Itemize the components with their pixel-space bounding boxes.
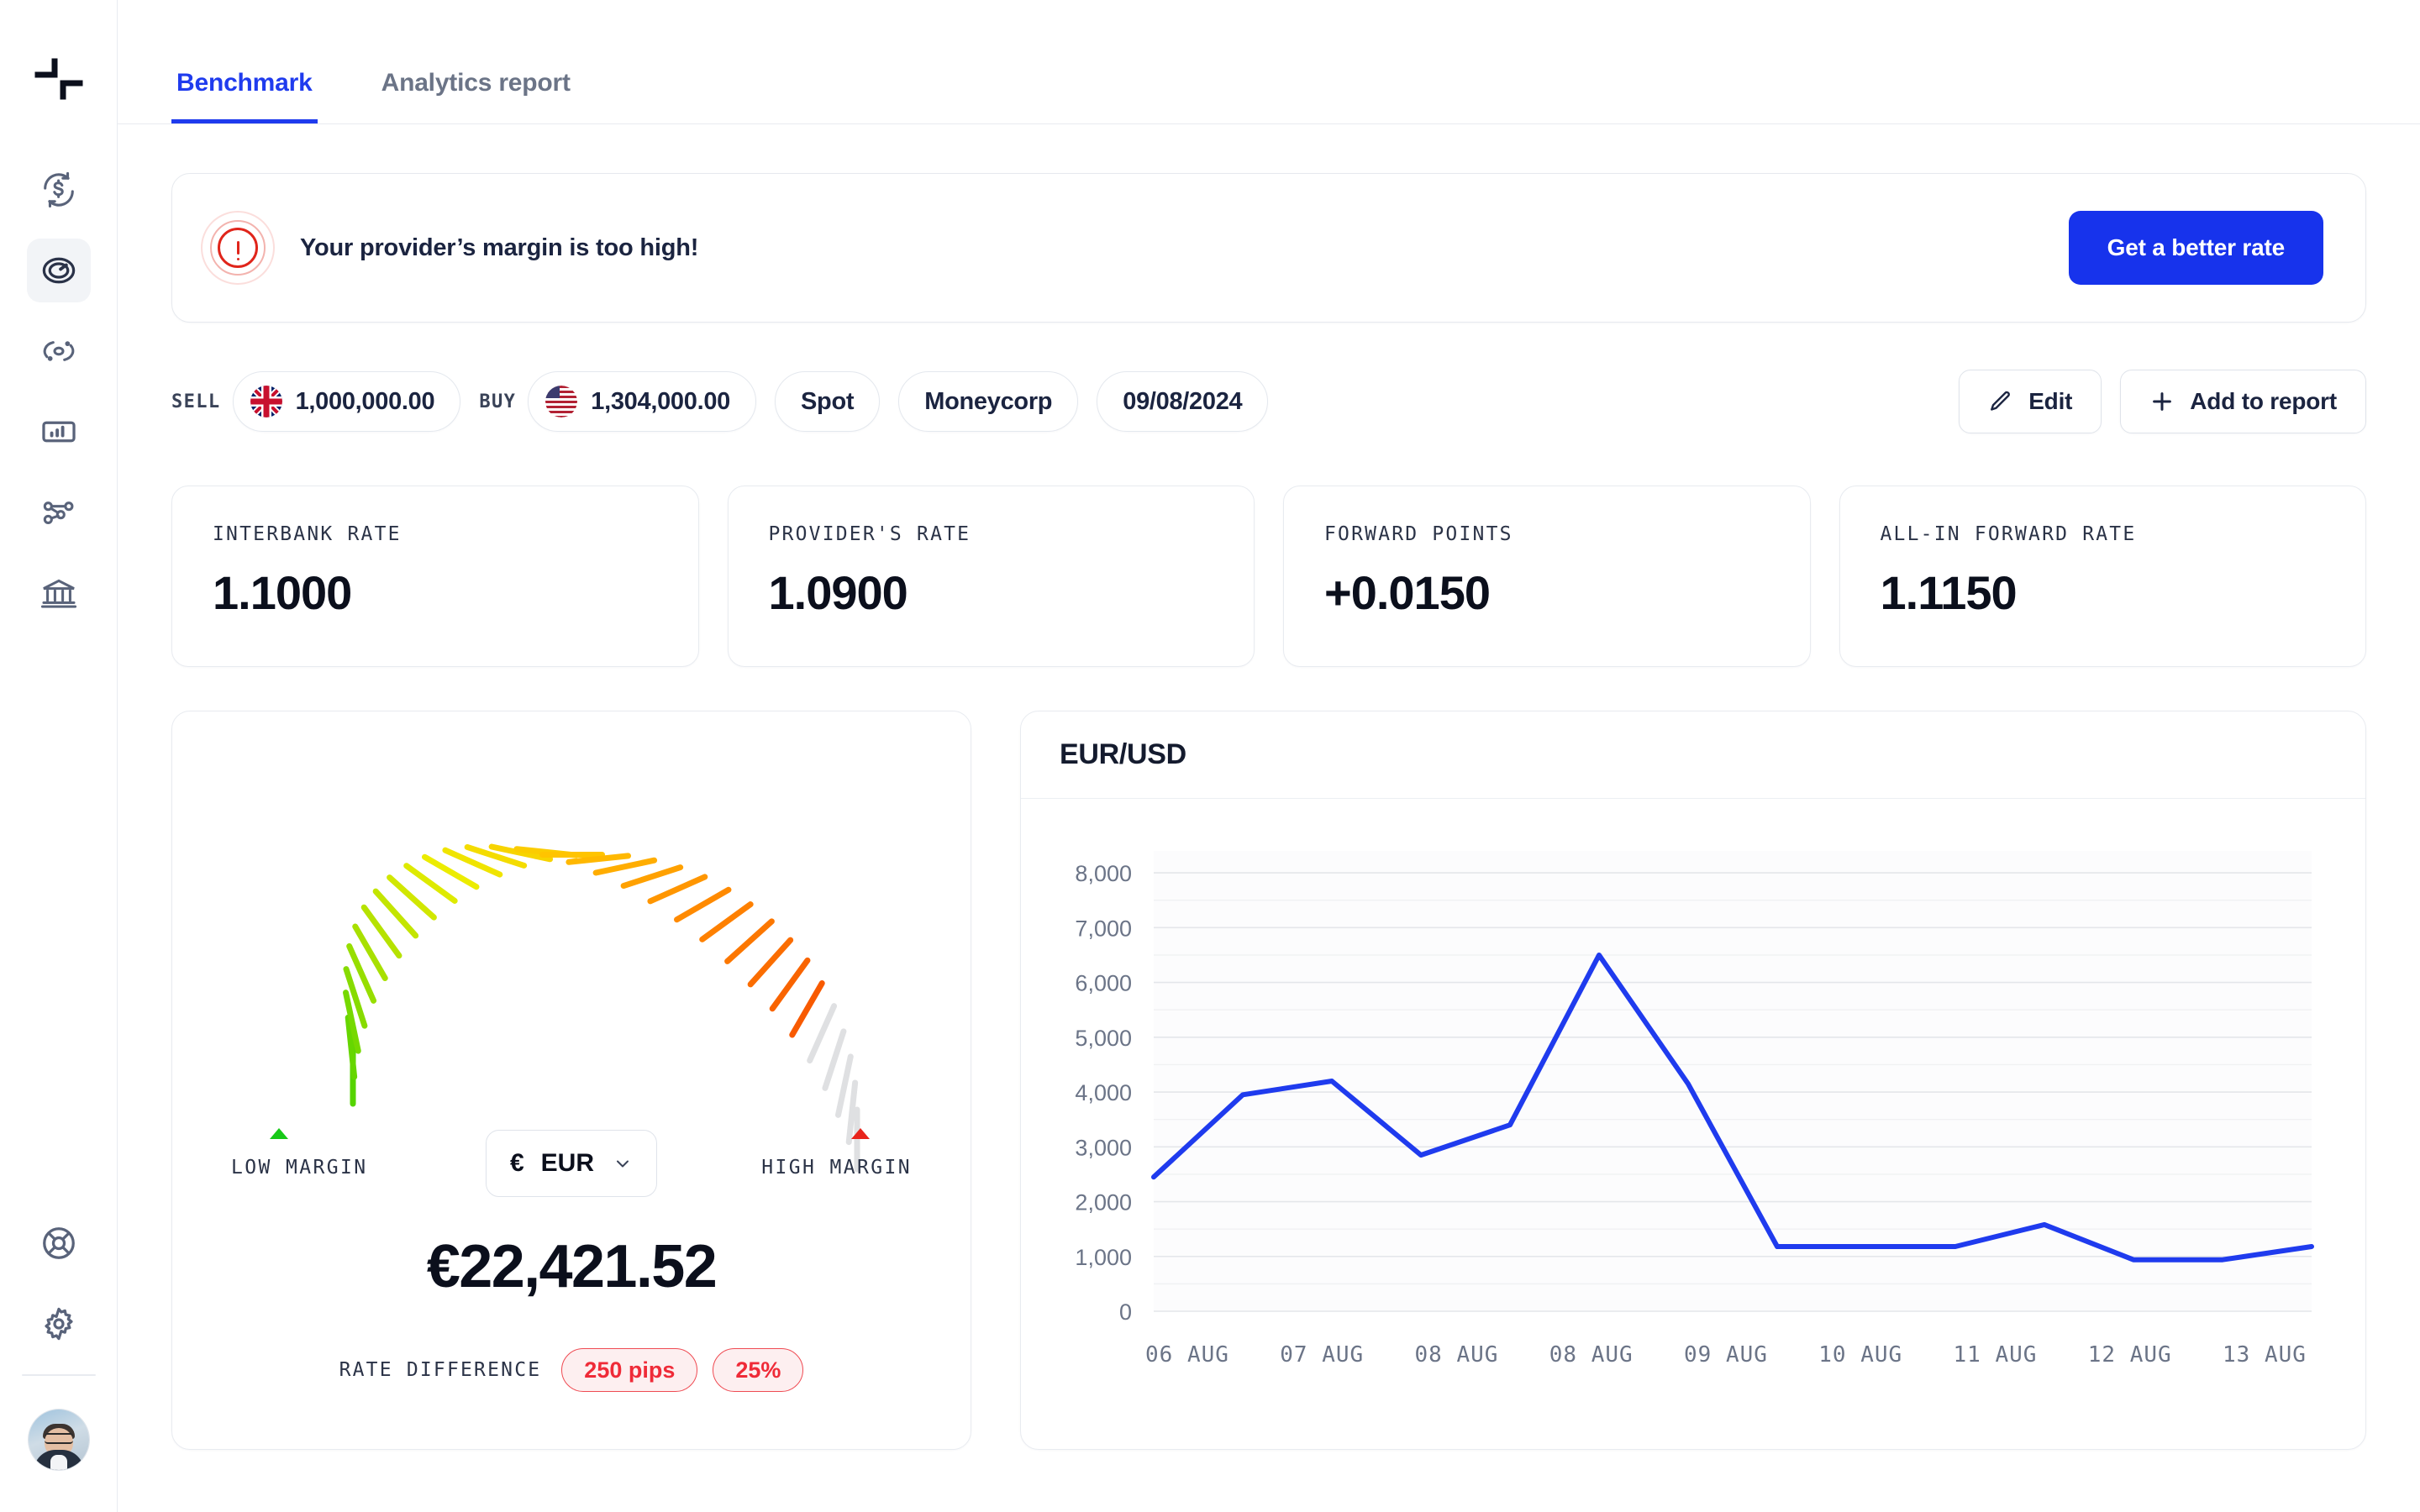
sidebar-item-banks[interactable] bbox=[27, 561, 91, 625]
svg-text:6,000: 6,000 bbox=[1075, 971, 1132, 996]
svg-text:4,000: 4,000 bbox=[1075, 1080, 1132, 1105]
sell-amount-value: 1,000,000.00 bbox=[295, 387, 435, 415]
sidebar-divider bbox=[21, 1374, 96, 1376]
svg-text:10 AUG: 10 AUG bbox=[1818, 1342, 1902, 1368]
us-flag-icon bbox=[545, 386, 578, 417]
svg-text:06 AUG: 06 AUG bbox=[1145, 1342, 1229, 1368]
alert-message: Your provider’s margin is too high! bbox=[300, 234, 699, 261]
svg-text:2,000: 2,000 bbox=[1075, 1190, 1132, 1215]
svg-text:08 AUG: 08 AUG bbox=[1415, 1342, 1499, 1368]
trade-type-pill[interactable]: Spot bbox=[775, 371, 881, 432]
svg-text:11 AUG: 11 AUG bbox=[1954, 1342, 2038, 1368]
provider-pill[interactable]: Moneycorp bbox=[898, 371, 1079, 432]
metric-value: 1.0900 bbox=[768, 566, 908, 619]
metric-card-forward-points: FORWARD POINTS +0.0150 bbox=[1283, 486, 1811, 667]
svg-text:1,000: 1,000 bbox=[1075, 1245, 1132, 1270]
low-margin-marker-icon bbox=[270, 1128, 288, 1139]
rate-difference-row: RATE DIFFERENCE 250 pips 25% bbox=[172, 1348, 971, 1392]
svg-text:3,000: 3,000 bbox=[1075, 1135, 1132, 1160]
sidebar-item-currency-exchange[interactable] bbox=[27, 158, 91, 222]
plus-icon bbox=[2149, 389, 2175, 414]
trade-summary-bar: SELL 1,000,000.00 BUY 1,304,000.00 Spot … bbox=[171, 366, 2366, 437]
high-margin-marker-icon bbox=[851, 1128, 870, 1139]
sell-amount-pill[interactable]: 1,000,000.00 bbox=[232, 371, 461, 432]
edit-button-label: Edit bbox=[2028, 388, 2073, 414]
avatar[interactable] bbox=[28, 1410, 89, 1470]
metric-label: ALL-IN FORWARD RATE bbox=[1880, 523, 2137, 545]
main-content: Benchmark Analytics report Your provider… bbox=[118, 0, 2420, 1512]
svg-text:5,000: 5,000 bbox=[1075, 1026, 1132, 1051]
euro-symbol-icon: € bbox=[509, 1149, 524, 1177]
margin-gauge bbox=[172, 753, 972, 1172]
metric-card-interbank-rate: INTERBANK RATE 1.1000 bbox=[171, 486, 699, 667]
sidebar bbox=[0, 0, 118, 1512]
sell-label: SELL bbox=[171, 391, 221, 412]
sidebar-item-settings[interactable] bbox=[27, 1292, 91, 1356]
percent-badge: 25% bbox=[713, 1348, 804, 1392]
sidebar-item-benchmark[interactable] bbox=[26, 239, 91, 302]
metric-label: FORWARD POINTS bbox=[1324, 523, 1513, 545]
chevron-down-icon bbox=[613, 1153, 633, 1173]
brand-logo-icon[interactable] bbox=[29, 49, 89, 109]
svg-text:07 AUG: 07 AUG bbox=[1280, 1342, 1364, 1368]
svg-text:09 AUG: 09 AUG bbox=[1684, 1342, 1768, 1368]
svg-text:8,000: 8,000 bbox=[1075, 861, 1132, 886]
add-to-report-button[interactable]: Add to report bbox=[2120, 370, 2366, 433]
margin-alert-banner: Your provider’s margin is too high! Get … bbox=[171, 173, 2366, 323]
bottom-row: LOW MARGIN HIGH MARGIN € EUR €22,421.52 … bbox=[171, 711, 2366, 1450]
gauge-tick bbox=[768, 956, 812, 1013]
buy-amount-value: 1,304,000.00 bbox=[591, 387, 730, 415]
metric-label: PROVIDER'S RATE bbox=[768, 523, 971, 545]
svg-text:08 AUG: 08 AUG bbox=[1549, 1342, 1634, 1368]
margin-gauge-card: LOW MARGIN HIGH MARGIN € EUR €22,421.52 … bbox=[171, 711, 971, 1450]
buy-label: BUY bbox=[479, 391, 517, 412]
line-chart-plot: 0 1,000 2,000 3,000 4,000 5,000 6,000 7,000 8,00… bbox=[1055, 837, 2332, 1392]
currency-select-value: EUR bbox=[540, 1149, 595, 1177]
gauge-tick bbox=[723, 916, 776, 965]
sidebar-item-connections[interactable] bbox=[27, 480, 91, 544]
tab-bar: Benchmark Analytics report bbox=[118, 0, 2420, 124]
sidebar-item-help[interactable] bbox=[27, 1211, 91, 1275]
chart-title: EUR/USD bbox=[1021, 711, 2365, 799]
rate-chart-card: EUR/USD 0 1,000 2,000 3,000 4,000 5,000 6,000 7… bbox=[1020, 711, 2366, 1450]
pencil-icon bbox=[1988, 389, 2013, 414]
metric-value: +0.0150 bbox=[1324, 566, 1491, 619]
currency-select[interactable]: € EUR bbox=[485, 1130, 658, 1197]
svg-text:7,000: 7,000 bbox=[1075, 916, 1132, 941]
tab-benchmark[interactable]: Benchmark bbox=[171, 69, 318, 123]
sidebar-item-reports[interactable] bbox=[27, 400, 91, 464]
gauge-tick bbox=[672, 885, 733, 924]
metric-label: INTERBANK RATE bbox=[213, 523, 402, 545]
metric-value: 1.1150 bbox=[1880, 566, 2018, 619]
svg-text:13 AUG: 13 AUG bbox=[2223, 1342, 2307, 1368]
pips-badge: 250 pips bbox=[561, 1348, 698, 1392]
low-margin-label: LOW MARGIN bbox=[231, 1157, 368, 1179]
margin-amount: €22,421.52 bbox=[426, 1233, 718, 1300]
gauge-tick bbox=[698, 900, 755, 943]
rate-difference-label: RATE DIFFERENCE bbox=[339, 1359, 542, 1381]
trade-date-pill[interactable]: 09/08/2024 bbox=[1097, 371, 1269, 432]
add-to-report-label: Add to report bbox=[2190, 388, 2337, 414]
high-margin-label: HIGH MARGIN bbox=[761, 1157, 912, 1179]
svg-text:12 AUG: 12 AUG bbox=[2088, 1342, 2172, 1368]
metric-card-all-in-forward-rate: ALL-IN FORWARD RATE 1.1150 bbox=[1839, 486, 2366, 667]
metric-card-providers-rate: PROVIDER'S RATE 1.0900 bbox=[727, 486, 1255, 667]
buy-amount-pill[interactable]: 1,304,000.00 bbox=[528, 371, 756, 432]
chart-body: 0 1,000 2,000 3,000 4,000 5,000 6,000 7,000 8,00… bbox=[1021, 799, 2365, 1449]
metric-value: 1.1000 bbox=[213, 566, 352, 619]
metric-card-row: INTERBANK RATE 1.1000 PROVIDER'S RATE 1.… bbox=[171, 486, 2366, 667]
gauge-tick bbox=[746, 935, 795, 989]
tab-analytics-report[interactable]: Analytics report bbox=[376, 69, 576, 123]
get-a-better-rate-button[interactable]: Get a better rate bbox=[2068, 211, 2323, 285]
edit-button[interactable]: Edit bbox=[1959, 370, 2102, 433]
uk-flag-icon bbox=[250, 386, 282, 417]
svg-text:0: 0 bbox=[1119, 1299, 1132, 1325]
sidebar-item-monitor[interactable] bbox=[27, 319, 91, 383]
alert-circle-icon bbox=[201, 211, 275, 285]
